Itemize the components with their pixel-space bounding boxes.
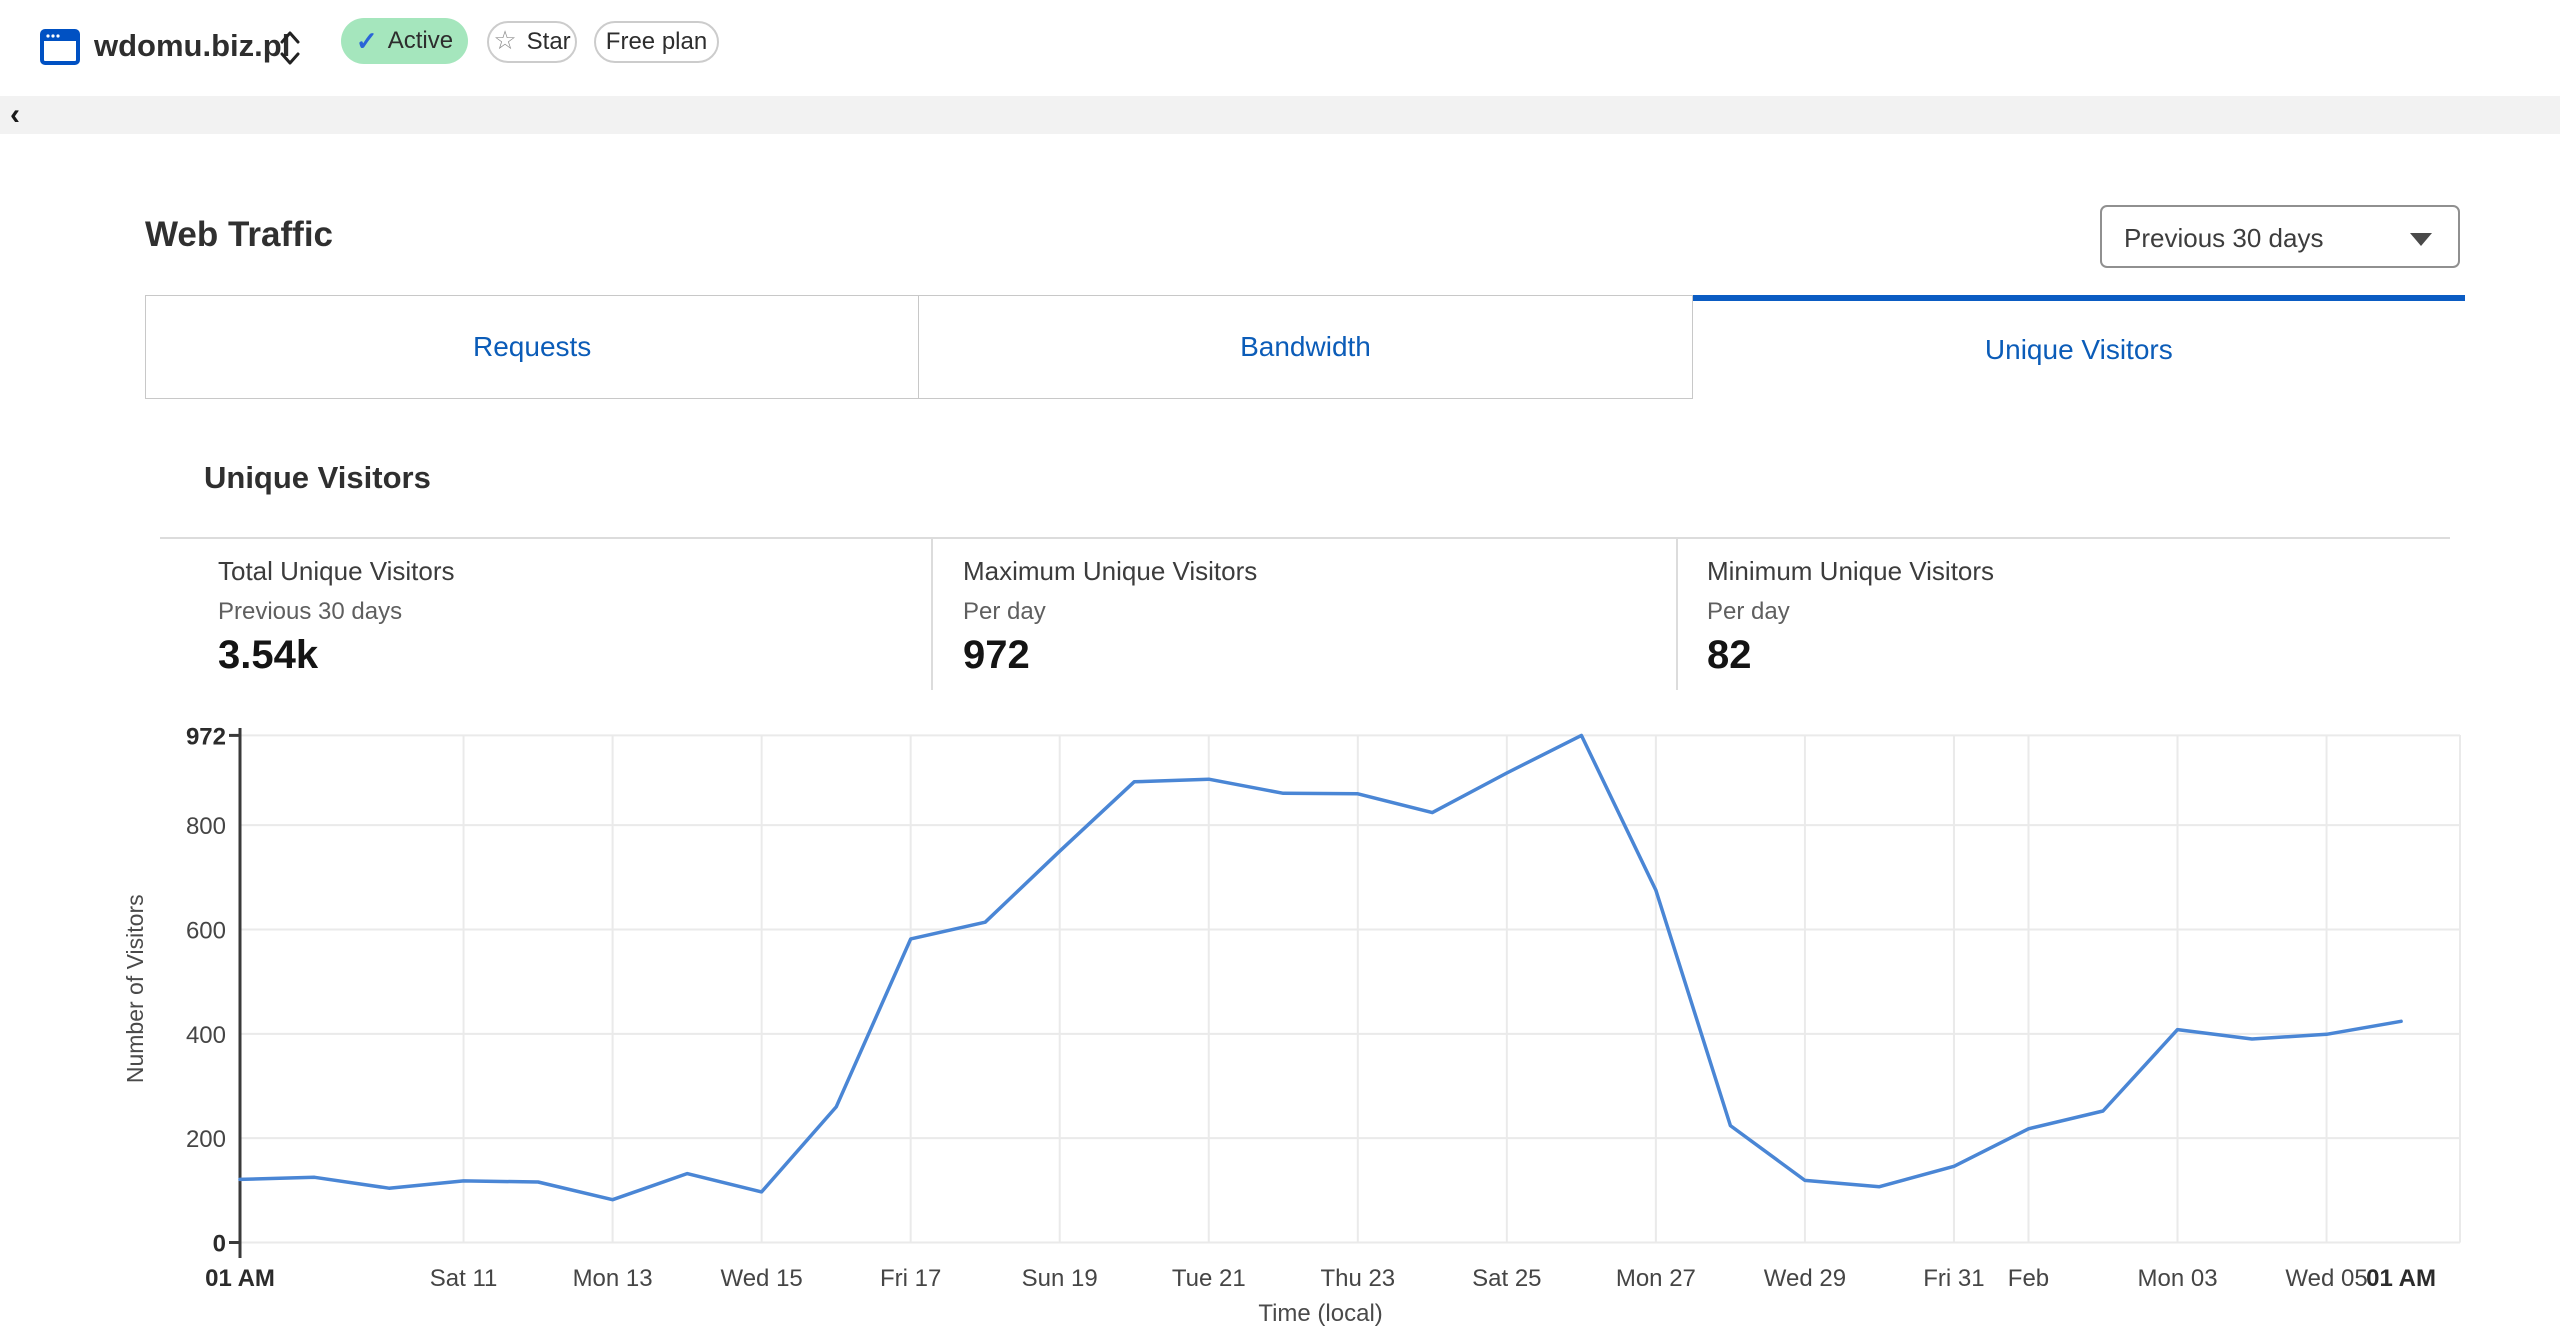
x-tick-label: Mon 03 [2137, 1265, 2217, 1292]
tab-bandwidth[interactable]: Bandwidth [919, 295, 1693, 399]
x-tick-label: Feb [2008, 1265, 2049, 1292]
check-icon: ✓ [355, 25, 378, 56]
x-tick-label: 01 AM [2366, 1265, 2436, 1292]
stat-title: Minimum Unique Visitors [1707, 556, 1995, 586]
divider [1676, 539, 1678, 690]
star-icon: ☆ [493, 25, 517, 55]
stat-subtitle: Previous 30 days [218, 598, 403, 625]
stat-title: Total Unique Visitors [218, 556, 455, 586]
page-title: Web Traffic [145, 215, 334, 254]
x-tick-label: Wed 29 [1764, 1265, 1846, 1292]
y-axis-title: Number of Visitors [122, 894, 148, 1083]
series-line [238, 733, 2403, 1202]
time-range-value: Previous 30 days [2124, 223, 2324, 253]
domain-name: wdomu.biz.pl [94, 28, 291, 63]
dashboard-page: wdomu.biz.pl ✓ Active ☆ Star Free plan ‹… [0, 0, 2560, 1335]
x-tick-label: Mon 27 [1616, 1265, 1696, 1292]
collapse-chevron-icon[interactable]: ‹ [10, 97, 20, 133]
status-badge-label: Active [387, 27, 454, 54]
top-bar: wdomu.biz.pl ✓ Active ☆ Star Free plan [0, 0, 2560, 96]
browser-window-icon [40, 28, 80, 71]
tab-unique-visitors[interactable]: Unique Visitors [1692, 295, 2465, 399]
y-tick-label: 600 [186, 917, 226, 944]
y-tick-label: 800 [186, 813, 226, 840]
x-axis-title: Time (local) [1258, 1300, 1382, 1327]
traffic-tabs: Requests Bandwidth Unique Visitors [145, 295, 2465, 399]
x-tick-label: Tue 21 [1172, 1265, 1246, 1292]
stat-value: 82 [1707, 633, 1752, 677]
y-tick-label: 200 [186, 1126, 226, 1153]
x-tick-label: Sat 11 [430, 1265, 498, 1292]
x-tick-label: Fri 31 [1923, 1265, 1984, 1292]
y-tick-label: 400 [186, 1022, 226, 1049]
plan-badge-label: Free plan [605, 28, 708, 55]
x-tick-label: Thu 23 [1320, 1265, 1395, 1292]
plan-badge[interactable]: Free plan [594, 21, 719, 63]
x-tick-label: Wed 15 [720, 1265, 802, 1292]
status-badge: ✓ Active [341, 18, 468, 64]
y-tick-label: 972 [186, 723, 226, 750]
domain-switcher-icon[interactable] [276, 26, 304, 75]
stat-value: 3.54k [218, 633, 319, 677]
stat-title: Maximum Unique Visitors [963, 556, 1258, 586]
tab-requests[interactable]: Requests [145, 295, 920, 399]
panel-heading: Unique Visitors [204, 460, 431, 495]
star-button-label: Star [526, 28, 571, 55]
y-tick-label: 0 [213, 1231, 226, 1258]
x-tick-label: Sun 19 [1022, 1265, 1098, 1292]
secondary-bar: ‹ [0, 96, 2560, 134]
stat-subtitle: Per day [1707, 598, 1790, 625]
unique-visitors-chart: 972 800 600 400 200 0 01 AM Sat 11 Mon 13 Wed 15 F… [0, 690, 2560, 1335]
x-tick-label: Mon 13 [573, 1265, 653, 1292]
x-tick-label: Sat 25 [1472, 1265, 1541, 1292]
star-button[interactable]: ☆ Star [487, 21, 577, 63]
chevron-down-icon [2410, 233, 2432, 246]
time-range-dropdown[interactable]: Previous 30 days [2100, 205, 2460, 268]
x-tick-label: Wed 05 [2285, 1265, 2367, 1292]
stat-subtitle: Per day [963, 598, 1046, 625]
x-tick-label: 01 AM [205, 1265, 275, 1292]
x-tick-label: Fri 17 [880, 1265, 941, 1292]
divider [160, 537, 2450, 539]
divider [931, 539, 933, 690]
stat-value: 972 [963, 633, 1030, 677]
